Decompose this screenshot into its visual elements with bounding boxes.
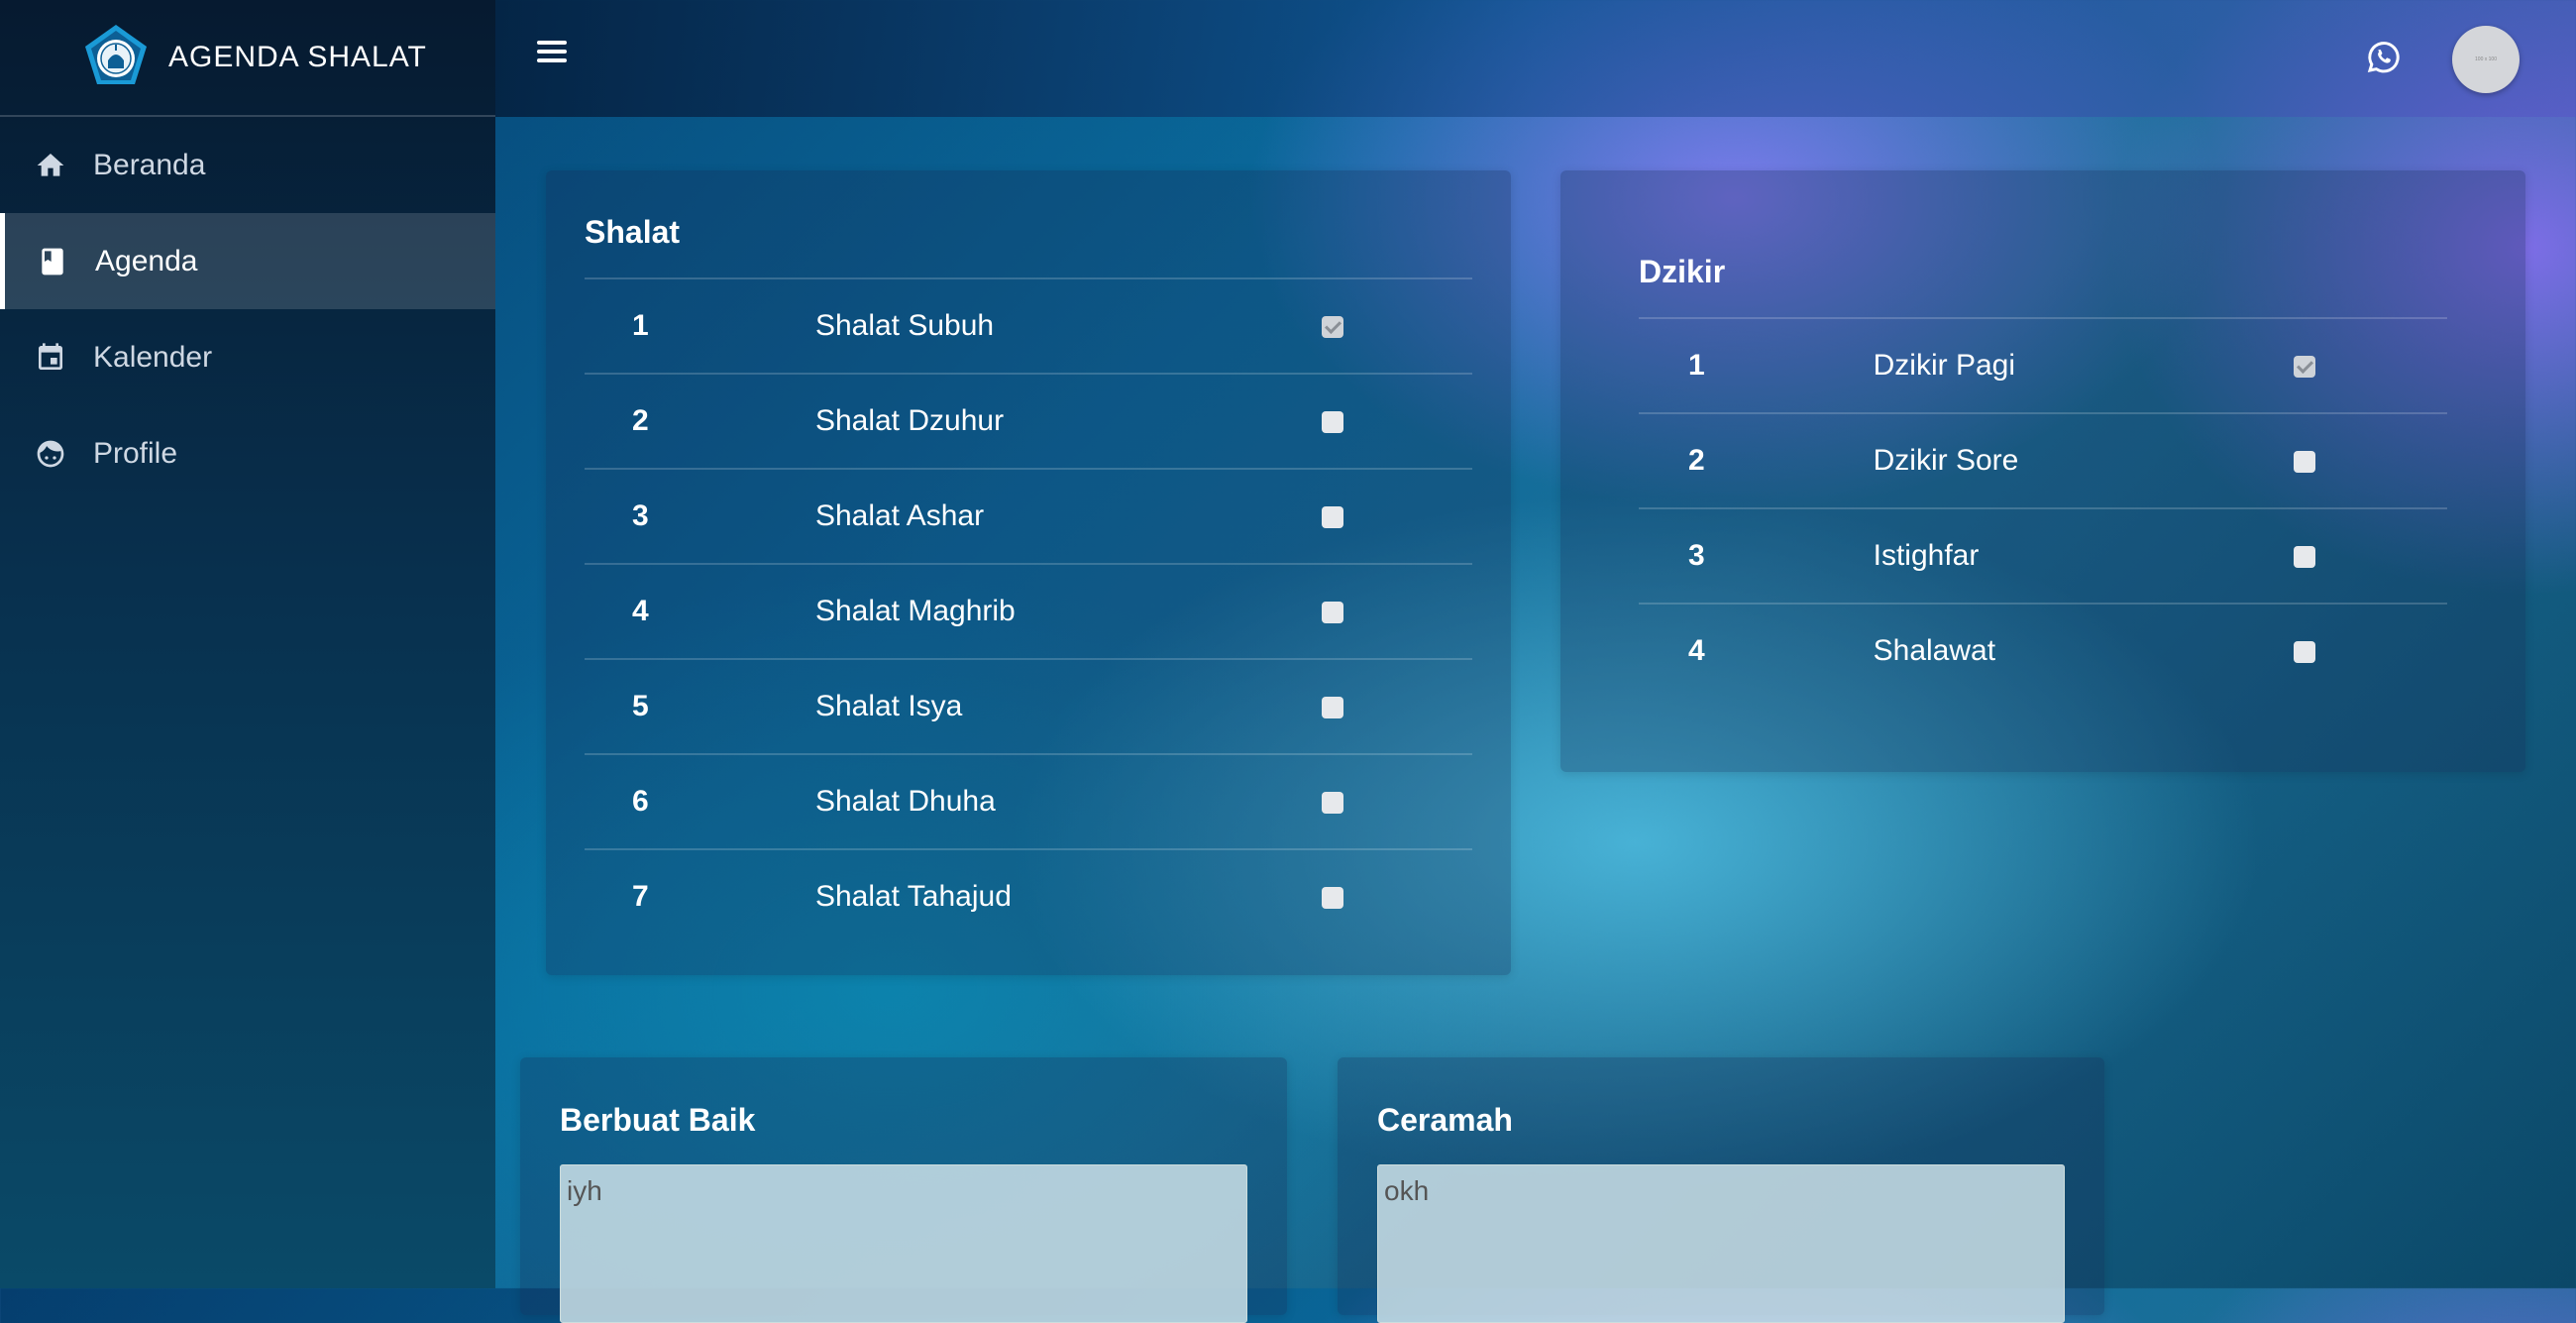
avatar-placeholder-text: 100 x 100 bbox=[2475, 56, 2497, 62]
row-checkbox-cell bbox=[1321, 658, 1472, 754]
row-label: Shalat Isya bbox=[814, 658, 1322, 754]
sidebar-item-label: Kalender bbox=[93, 340, 213, 374]
ceramah-textarea[interactable] bbox=[1377, 1164, 2065, 1323]
done-checkbox[interactable] bbox=[1321, 506, 1343, 529]
row-label: Istighfar bbox=[1873, 507, 2294, 604]
row-checkbox-cell bbox=[1321, 277, 1472, 374]
row-checkbox-cell bbox=[2293, 603, 2447, 698]
card-title: Ceramah bbox=[1377, 1102, 1513, 1138]
sidebar-item-label: Agenda bbox=[95, 244, 198, 277]
ceramah-card: Ceramah bbox=[1338, 1057, 2104, 1323]
table-row: 2 Dzikir Sore bbox=[1639, 412, 2447, 508]
card-title: Berbuat Baik bbox=[560, 1102, 756, 1138]
table-row: 2 Shalat Dzuhur bbox=[585, 373, 1472, 469]
hamburger-icon[interactable] bbox=[537, 36, 577, 75]
sidebar-item-agenda[interactable]: Agenda bbox=[0, 213, 495, 309]
brand[interactable]: AGENDA SHALAT bbox=[0, 0, 495, 117]
card-title: Dzikir bbox=[1639, 254, 1726, 289]
row-number: 2 bbox=[585, 373, 815, 469]
row-number: 3 bbox=[585, 468, 815, 564]
top-header: 100 x 100 bbox=[495, 0, 2576, 117]
sidebar-item-profile[interactable]: Profile bbox=[0, 405, 495, 501]
berbuat-baik-card: Berbuat Baik bbox=[520, 1057, 1287, 1323]
row-checkbox-cell bbox=[1321, 848, 1472, 943]
done-checkbox[interactable] bbox=[1321, 697, 1343, 719]
row-label: Shalat Subuh bbox=[814, 277, 1322, 374]
app-title: AGENDA SHALAT bbox=[168, 41, 427, 73]
face-icon bbox=[34, 437, 67, 471]
table-row: 7 Shalat Tahajud bbox=[585, 848, 1472, 943]
dzikir-card: Dzikir 1 Dzikir Pagi 2 Dzikir Sore 3 Istighfa… bbox=[1560, 170, 2525, 772]
table-row: 3 Istighfar bbox=[1639, 507, 2447, 604]
row-checkbox-cell bbox=[2293, 317, 2447, 413]
row-number: 5 bbox=[585, 658, 815, 754]
done-checkbox[interactable] bbox=[1321, 411, 1343, 434]
row-label: Shalat Dhuha bbox=[814, 753, 1322, 849]
mosque-emblem-icon bbox=[85, 25, 147, 84]
dzikir-table: 1 Dzikir Pagi 2 Dzikir Sore 3 Istighfar 4 Shala… bbox=[1639, 317, 2447, 698]
calendar-icon bbox=[34, 341, 67, 375]
row-label: Shalat Dzuhur bbox=[814, 373, 1322, 469]
done-checkbox[interactable] bbox=[1321, 316, 1343, 339]
row-number: 1 bbox=[1639, 317, 1874, 413]
row-number: 4 bbox=[1639, 603, 1874, 698]
row-checkbox-cell bbox=[1321, 563, 1472, 659]
sidebar-item-beranda[interactable]: Beranda bbox=[0, 117, 495, 213]
sidebar: AGENDA SHALAT Beranda Agenda Kalender Pr… bbox=[0, 0, 495, 1288]
row-label: Shalat Maghrib bbox=[814, 563, 1322, 659]
table-row: 5 Shalat Isya bbox=[585, 658, 1472, 754]
row-number: 1 bbox=[585, 277, 815, 374]
row-checkbox-cell bbox=[1321, 468, 1472, 564]
avatar[interactable]: 100 x 100 bbox=[2452, 26, 2520, 93]
table-row: 4 Shalawat bbox=[1639, 603, 2447, 698]
card-title: Shalat bbox=[585, 214, 681, 250]
table-row: 3 Shalat Ashar bbox=[585, 468, 1472, 564]
row-label: Shalawat bbox=[1873, 603, 2294, 698]
done-checkbox[interactable] bbox=[2293, 546, 2315, 569]
whatsapp-icon[interactable] bbox=[2363, 38, 2403, 77]
row-number: 3 bbox=[1639, 507, 1874, 604]
shalat-table: 1 Shalat Subuh 2 Shalat Dzuhur 3 Shalat Ashar… bbox=[585, 277, 1472, 943]
berbuat-baik-textarea[interactable] bbox=[560, 1164, 1247, 1323]
row-checkbox-cell bbox=[2293, 412, 2447, 508]
row-checkbox-cell bbox=[1321, 753, 1472, 849]
row-label: Shalat Tahajud bbox=[814, 848, 1322, 943]
row-number: 7 bbox=[585, 848, 815, 943]
row-number: 4 bbox=[585, 563, 815, 659]
row-label: Shalat Ashar bbox=[814, 468, 1322, 564]
done-checkbox[interactable] bbox=[2293, 451, 2315, 474]
done-checkbox[interactable] bbox=[1321, 887, 1343, 910]
row-checkbox-cell bbox=[1321, 373, 1472, 469]
shalat-card: Shalat 1 Shalat Subuh 2 Shalat Dzuhur 3 Shala… bbox=[546, 170, 1511, 975]
done-checkbox[interactable] bbox=[2293, 356, 2315, 379]
done-checkbox[interactable] bbox=[1321, 792, 1343, 815]
table-row: 6 Shalat Dhuha bbox=[585, 753, 1472, 849]
row-number: 2 bbox=[1639, 412, 1874, 508]
done-checkbox[interactable] bbox=[1321, 602, 1343, 624]
table-row: 4 Shalat Maghrib bbox=[585, 563, 1472, 659]
row-number: 6 bbox=[585, 753, 815, 849]
done-checkbox[interactable] bbox=[2293, 641, 2315, 664]
table-row: 1 Dzikir Pagi bbox=[1639, 317, 2447, 413]
row-label: Dzikir Sore bbox=[1873, 412, 2294, 508]
table-row: 1 Shalat Subuh bbox=[585, 277, 1472, 374]
row-checkbox-cell bbox=[2293, 507, 2447, 604]
book-icon bbox=[36, 245, 69, 278]
row-label: Dzikir Pagi bbox=[1873, 317, 2294, 413]
sidebar-item-kalender[interactable]: Kalender bbox=[0, 309, 495, 405]
sidebar-item-label: Beranda bbox=[93, 148, 206, 181]
sidebar-item-label: Profile bbox=[93, 436, 178, 470]
home-icon bbox=[34, 149, 67, 182]
